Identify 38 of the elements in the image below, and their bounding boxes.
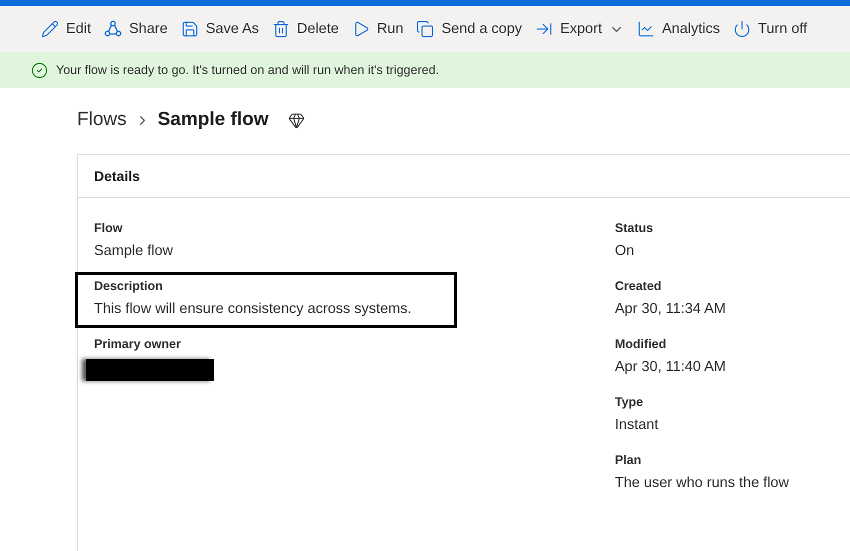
banner-message: Your flow is ready to go. It's turned on and will run when it's triggered. bbox=[56, 63, 439, 77]
save-icon bbox=[180, 20, 199, 38]
diamond-icon bbox=[288, 112, 306, 128]
field-value: This flow will ensure consistency across systems. bbox=[94, 301, 412, 317]
toolbar-button[interactable]: Send a copy bbox=[413, 16, 526, 42]
field-value: Instant bbox=[614, 417, 660, 433]
field-value: On bbox=[614, 243, 636, 259]
field-value: Apr 30, 11:34 AM bbox=[614, 301, 727, 317]
card-title: Details bbox=[94, 168, 140, 184]
breadcrumb-current: Sample flow bbox=[158, 109, 268, 131]
toolbar-button[interactable]: Turn off bbox=[730, 16, 810, 42]
toolbar-button[interactable]: Edit bbox=[38, 16, 94, 42]
power-icon bbox=[733, 20, 752, 38]
field-value: Sample flow bbox=[94, 243, 174, 259]
copy-icon bbox=[416, 20, 434, 38]
field-label: Modified bbox=[614, 337, 668, 353]
field-label: Primary owner bbox=[94, 337, 182, 353]
check-circle-icon bbox=[31, 62, 48, 78]
export-icon bbox=[535, 20, 554, 38]
toolbar-button[interactable]: Share bbox=[101, 16, 171, 42]
field-label: Type bbox=[614, 395, 644, 411]
edit-icon bbox=[41, 20, 59, 38]
toolbar-button[interactable]: Delete bbox=[268, 16, 342, 42]
toolbar-button[interactable]: Export bbox=[532, 16, 627, 42]
share-icon bbox=[104, 20, 122, 38]
analytics-icon bbox=[636, 20, 655, 38]
delete-icon bbox=[272, 20, 290, 38]
field-label: Plan bbox=[614, 453, 642, 469]
field-value: The user who runs the flow bbox=[614, 475, 790, 491]
field-label: Description bbox=[94, 279, 164, 295]
field-label: Status bbox=[614, 221, 654, 237]
breadcrumb-link[interactable]: Flows bbox=[77, 109, 127, 131]
field-label: Created bbox=[614, 279, 662, 295]
toolbar-button[interactable]: Run bbox=[348, 16, 406, 42]
field-value: Apr 30, 11:40 AM bbox=[614, 359, 727, 375]
field-label: Flow bbox=[94, 221, 124, 237]
toolbar-button[interactable]: Save As bbox=[178, 16, 262, 42]
toolbar-button[interactable]: Analytics bbox=[634, 16, 724, 42]
